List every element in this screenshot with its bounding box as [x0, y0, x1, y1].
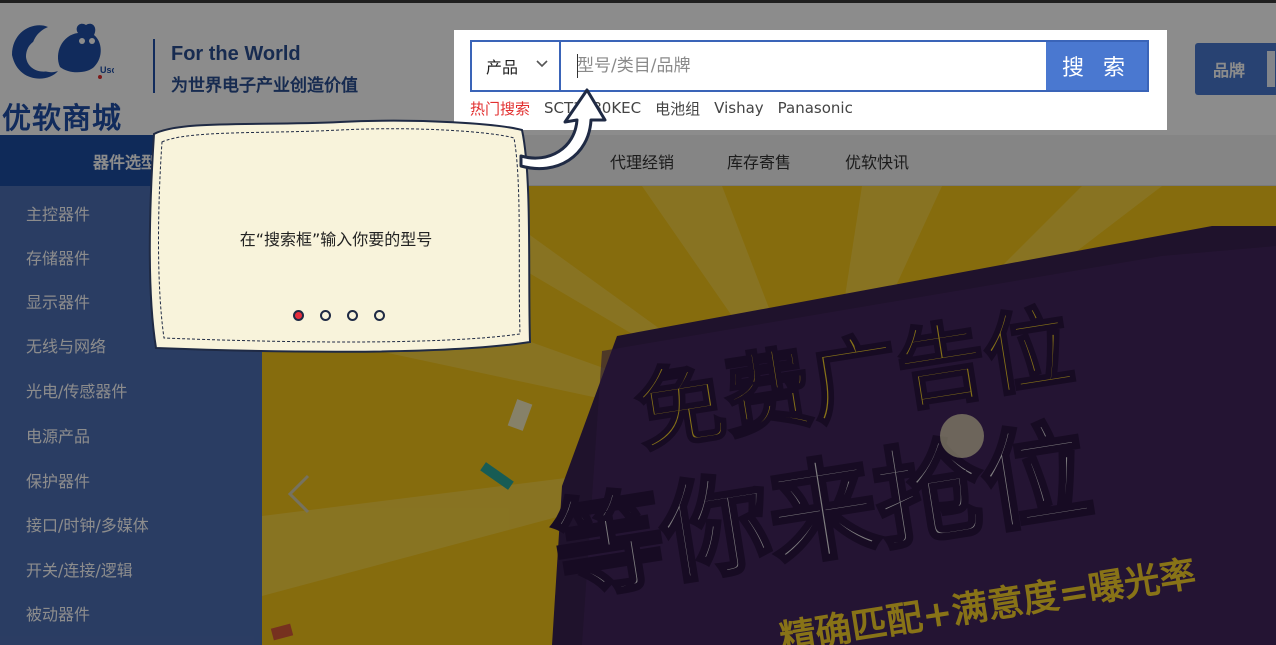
- hot-search-link[interactable]: 电池组: [655, 98, 700, 119]
- hot-search-link[interactable]: Vishay: [714, 99, 764, 117]
- step-dot[interactable]: [374, 310, 385, 321]
- hot-search-link[interactable]: Panasonic: [778, 99, 853, 117]
- step-dot-active[interactable]: [293, 310, 304, 321]
- curved-arrow-icon: [519, 88, 607, 171]
- tour-tooltip: 在“搜索框”输入你要的型号: [140, 116, 535, 360]
- step-indicator: [293, 310, 385, 321]
- chevron-down-icon: [536, 60, 548, 68]
- step-dot[interactable]: [347, 310, 358, 321]
- search-scope-value: 产品: [486, 58, 519, 77]
- search-input[interactable]: [563, 42, 1046, 90]
- search-scope-select[interactable]: 产品: [472, 42, 561, 90]
- step-dot[interactable]: [320, 310, 331, 321]
- text-caret: [577, 54, 578, 78]
- tooltip-message: 在“搜索框”输入你要的型号: [239, 230, 433, 249]
- search-button[interactable]: 搜 索: [1046, 42, 1147, 90]
